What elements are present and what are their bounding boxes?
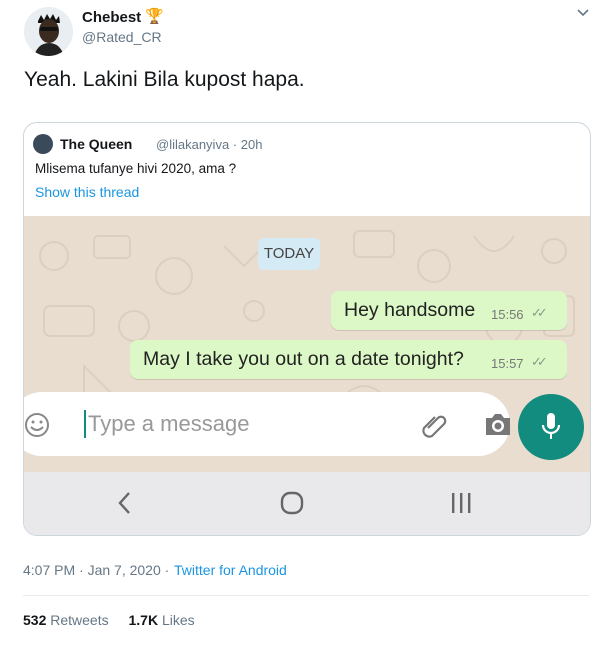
quoted-author-name: The Queen: [60, 136, 133, 152]
likes-count: 1.7K: [128, 612, 159, 628]
message-text: Hey handsome: [344, 299, 476, 321]
show-thread-link[interactable]: Show this thread: [35, 184, 139, 200]
tweet-timestamp[interactable]: 4:07 PM · Jan 7, 2020 ·: [23, 562, 169, 578]
quoted-author-meta: @lilakanyiva · 20h: [156, 137, 262, 152]
date-badge: TODAY: [258, 238, 320, 270]
message-bubble: Hey handsome 15:56 ✓✓: [331, 291, 567, 330]
quoted-tweet[interactable]: The Queen @lilakanyiva · 20h Mlisema tuf…: [23, 122, 591, 536]
chevron-down-icon[interactable]: [576, 6, 590, 23]
likes-label: Likes: [161, 612, 195, 628]
quoted-author-handle: @lilakanyiva: [156, 137, 230, 152]
tweet-source-link[interactable]: Twitter for Android: [174, 562, 287, 578]
tweet-text: Yeah. Lakini Bila kupost hapa.: [24, 68, 305, 91]
recents-icon[interactable]: [450, 492, 472, 519]
retweets-count: 532: [23, 612, 47, 628]
author-avatar[interactable]: [24, 7, 73, 56]
chat-screenshot: TODAY Hey handsome 15:56 ✓✓ May I take y…: [24, 216, 590, 472]
attach-icon[interactable]: [420, 410, 450, 445]
mic-button[interactable]: [518, 394, 584, 460]
retweets-label: Retweets: [50, 612, 109, 628]
message-text: May I take you out on a date tonight?: [143, 348, 464, 370]
tweet-stats: 532 Retweets 1.7K Likes: [23, 612, 195, 628]
double-check-icon: ✓✓: [531, 305, 548, 320]
divider: [23, 595, 589, 596]
home-icon[interactable]: [280, 491, 304, 520]
author-handle[interactable]: @Rated_CR: [82, 29, 162, 45]
quoted-author-avatar: [33, 134, 53, 154]
text-cursor: [84, 410, 86, 438]
author-name[interactable]: Chebest: [82, 9, 141, 26]
retweets-stat[interactable]: 532 Retweets: [23, 612, 109, 628]
message-bubble: May I take you out on a date tonight? 15…: [130, 340, 567, 379]
message-input-bar[interactable]: Type a message: [24, 392, 510, 456]
likes-stat[interactable]: 1.7K Likes: [129, 612, 195, 628]
message-time: 15:57: [491, 356, 524, 371]
trophy-icon: 🏆: [145, 8, 164, 25]
quoted-tweet-text: Mlisema tufanye hivi 2020, ama ?: [35, 161, 237, 176]
camera-icon[interactable]: [483, 411, 513, 442]
message-input[interactable]: Type a message: [88, 411, 249, 437]
back-icon[interactable]: [117, 491, 131, 520]
android-nav-bar: [24, 472, 590, 535]
emoji-icon[interactable]: [24, 412, 50, 443]
quoted-tweet-time: 20h: [240, 137, 263, 152]
double-check-icon: ✓✓: [531, 354, 548, 369]
meta-separator: ·: [232, 137, 241, 152]
mic-icon: [541, 413, 561, 439]
message-time: 15:56: [491, 307, 524, 322]
